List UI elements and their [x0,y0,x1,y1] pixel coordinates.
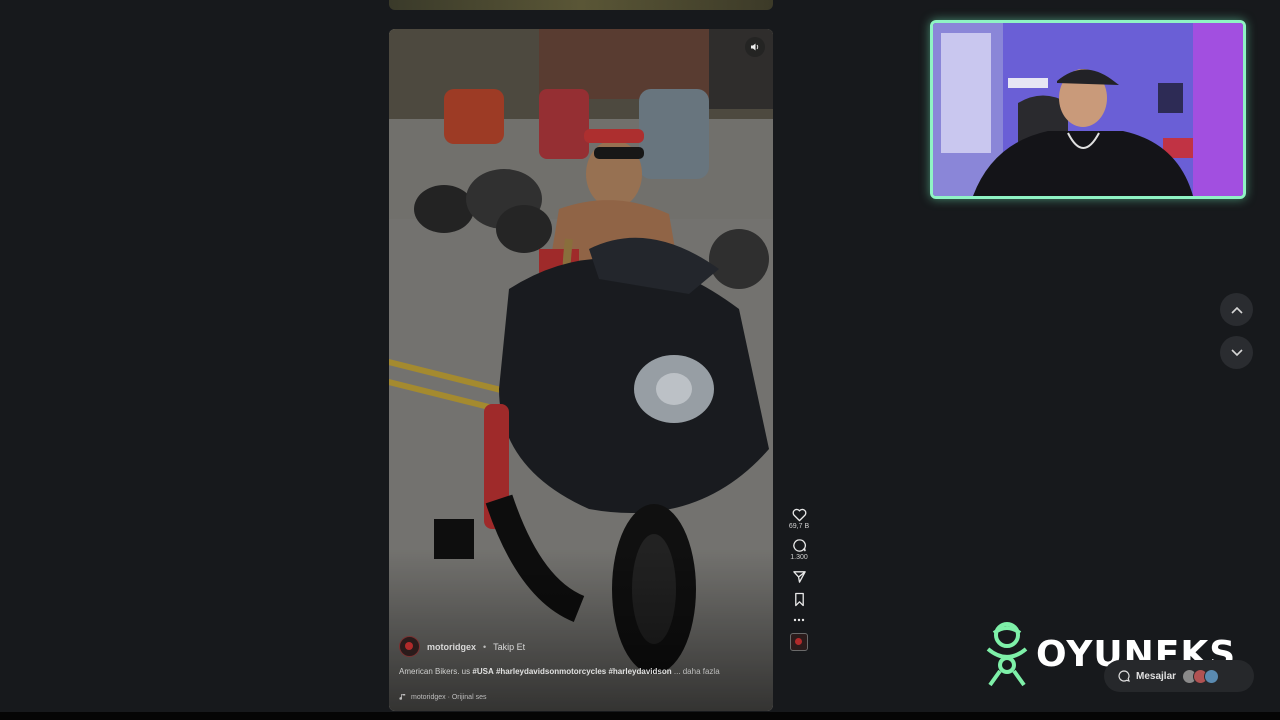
author-name[interactable]: motoridgex [427,642,476,652]
author-row: motoridgex • Takip Et [399,636,759,657]
author-avatar[interactable] [399,636,420,657]
more-icon [793,618,805,622]
chevron-up-icon [1230,306,1243,314]
next-reel-button[interactable] [1220,336,1253,369]
audio-label: motoridgex · Orijinal ses [411,693,487,701]
comment-icon [792,539,806,552]
reel-action-rail: 69,7 B 1.300 [783,508,815,659]
previous-reel-preview[interactable] [389,0,773,10]
messages-button[interactable]: Mesajlar [1104,660,1254,692]
messages-label: Mesajlar [1136,670,1177,682]
audio-attribution[interactable]: motoridgex · Orijinal ses [399,693,759,701]
bookmark-icon [794,592,804,607]
more-options-action[interactable] [783,615,815,625]
streamer-webcam [930,20,1246,199]
audio-page-action[interactable] [783,633,815,651]
message-avatar [1204,668,1220,684]
bottom-bar [0,712,1280,720]
previous-reel-button[interactable] [1220,293,1253,326]
separator-dot: • [483,641,487,652]
reel-info: motoridgex • Takip Et American Bikers. u… [399,636,759,701]
caption-text: American Bikers. us [399,667,471,676]
hashtag-harleydavidsonmotorcycles[interactable]: #harleydavidsonmotorcycles [496,667,606,676]
reel-video[interactable]: motoridgex • Takip Et American Bikers. u… [389,29,773,711]
speaker-icon [751,43,759,51]
follow-button[interactable]: Takip Et [493,642,525,652]
comment-count: 1.300 [790,554,808,561]
reel-caption: American Bikers. us #USA #harleydavidson… [399,667,759,676]
like-action[interactable]: 69,7 B [783,508,815,530]
messenger-icon [1118,670,1130,682]
oyuneks-mascot-icon [986,622,1028,687]
show-more-link[interactable]: ... daha fazla [674,667,720,676]
comment-action[interactable]: 1.300 [783,538,815,561]
like-count: 69,7 B [788,523,810,530]
heart-icon [792,508,806,522]
music-note-icon [399,694,406,700]
save-action[interactable] [783,592,815,607]
audio-avatar-icon [790,633,808,651]
message-avatars [1182,668,1220,684]
mute-button[interactable] [745,37,765,57]
share-icon [792,571,806,583]
video-dim-overlay [389,29,773,711]
hashtag-harleydavidson[interactable]: #harleydavidson [608,667,671,676]
hashtag-usa[interactable]: #USA [472,667,493,676]
share-action[interactable] [783,569,815,584]
webcam-feed [933,23,1243,196]
chevron-down-icon [1230,348,1243,356]
